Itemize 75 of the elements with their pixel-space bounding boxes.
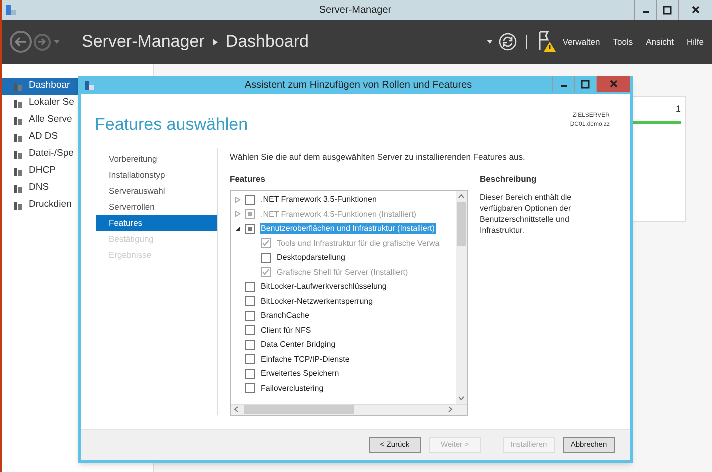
feature-label[interactable]: Client für NFS — [260, 324, 312, 336]
maximize-icon — [581, 80, 590, 88]
checkbox[interactable] — [245, 340, 255, 350]
breadcrumb-item[interactable]: Server-Manager — [82, 29, 205, 55]
back-arrow-icon — [15, 37, 27, 47]
tile-count: 1 — [676, 103, 681, 116]
feature-label[interactable]: .NET Framework 3.5-Funktionen — [260, 194, 378, 206]
breadcrumb-item[interactable]: Dashboard — [226, 29, 309, 55]
scroll-right-icon[interactable] — [448, 406, 453, 413]
feature-label[interactable]: Failoverclustering — [260, 382, 325, 394]
server-icon — [13, 200, 23, 210]
window-title: Server-Manager — [318, 4, 393, 18]
server-icon — [13, 166, 23, 176]
maximize-icon — [663, 6, 672, 14]
scrollbar-thumb[interactable] — [457, 202, 466, 246]
checkbox[interactable] — [245, 383, 255, 394]
wizard-step[interactable]: Features — [96, 215, 217, 231]
description-label: Beschreibung — [480, 172, 538, 186]
scroll-left-icon[interactable] — [234, 406, 239, 413]
checkbox[interactable] — [245, 354, 255, 364]
close-button[interactable] — [596, 76, 630, 92]
notification-flag-icon[interactable] — [538, 31, 557, 53]
collapsed-arrow-icon[interactable] — [235, 196, 241, 203]
checkbox[interactable] — [261, 252, 271, 263]
checkbox[interactable] — [245, 224, 255, 234]
scroll-up-icon[interactable] — [458, 194, 465, 198]
instruction-text: Wählen Sie die auf dem ausgewählten Server zu installierenden Features aus. — [230, 151, 526, 164]
app-icon — [5, 4, 17, 16]
feature-label[interactable]: BitLocker-Laufwerkverschlüsselung — [260, 281, 388, 292]
checkbox[interactable] — [245, 368, 255, 379]
close-icon — [610, 80, 618, 88]
server-icon — [13, 82, 23, 92]
feature-label[interactable]: Desktopdarstellung — [276, 252, 346, 264]
description-text: Dieser Bereich enthält die verfügbaren Optionen der Benutzerschnittstelle und Infrastruktur. — [480, 192, 573, 236]
dialog-title: Assistent zum Hinzufügen von Rollen und Features — [244, 78, 474, 92]
checkbox[interactable] — [245, 310, 255, 321]
features-label: Features — [230, 172, 266, 186]
server-icon — [13, 184, 23, 194]
server-icon — [13, 98, 23, 108]
back-button[interactable] — [10, 31, 32, 53]
server-icon — [13, 132, 23, 142]
expanded-arrow-icon[interactable] — [235, 226, 241, 232]
menu-item[interactable]: Verwalten — [562, 36, 600, 48]
scroll-down-icon[interactable] — [458, 396, 465, 400]
dropdown-caret-icon[interactable] — [486, 40, 493, 44]
feature-label[interactable]: Einfache TCP/IP-Dienste — [260, 354, 351, 365]
wizard-step[interactable]: Vorbereitung — [96, 151, 217, 167]
menu-item[interactable]: Ansicht — [646, 36, 674, 48]
feature-label[interactable]: Data Center Bridging — [260, 339, 337, 350]
feature-label[interactable]: Erweitertes Speichern — [260, 368, 340, 380]
wizard-step[interactable]: Serverauswahl — [96, 183, 217, 199]
sidebar-item[interactable]: Lokaler Se — [2, 95, 153, 112]
forward-arrow-icon — [38, 38, 47, 46]
wizard-icon — [84, 80, 95, 90]
refresh-icon[interactable] — [498, 33, 517, 51]
page-heading: Features auswählen — [95, 114, 248, 136]
forward-button[interactable] — [34, 34, 51, 50]
status-bar-line — [631, 120, 681, 124]
server-icon — [13, 116, 23, 126]
menu-item[interactable]: Tools — [613, 36, 634, 48]
close-icon — [692, 6, 700, 14]
menu-item[interactable]: Hilfe — [686, 36, 704, 48]
wizard-step[interactable]: Installationstyp — [96, 167, 217, 183]
feature-label[interactable]: BranchCache — [260, 310, 310, 322]
vertical-scrollbar[interactable] — [456, 190, 467, 404]
horizontal-scrollbar[interactable] — [231, 404, 467, 414]
scrollbar-thumb[interactable] — [244, 405, 354, 414]
checkbox[interactable] — [245, 296, 255, 306]
checkbox[interactable] — [245, 282, 255, 292]
server-icon — [13, 150, 23, 160]
breadcrumb-arrow-icon — [212, 38, 218, 46]
wizard-step[interactable]: Serverrollen — [96, 199, 217, 215]
feature-label[interactable]: BitLocker-Netzwerkentsperrung — [260, 296, 374, 307]
checkbox[interactable] — [245, 325, 255, 336]
checkbox[interactable] — [245, 194, 255, 205]
